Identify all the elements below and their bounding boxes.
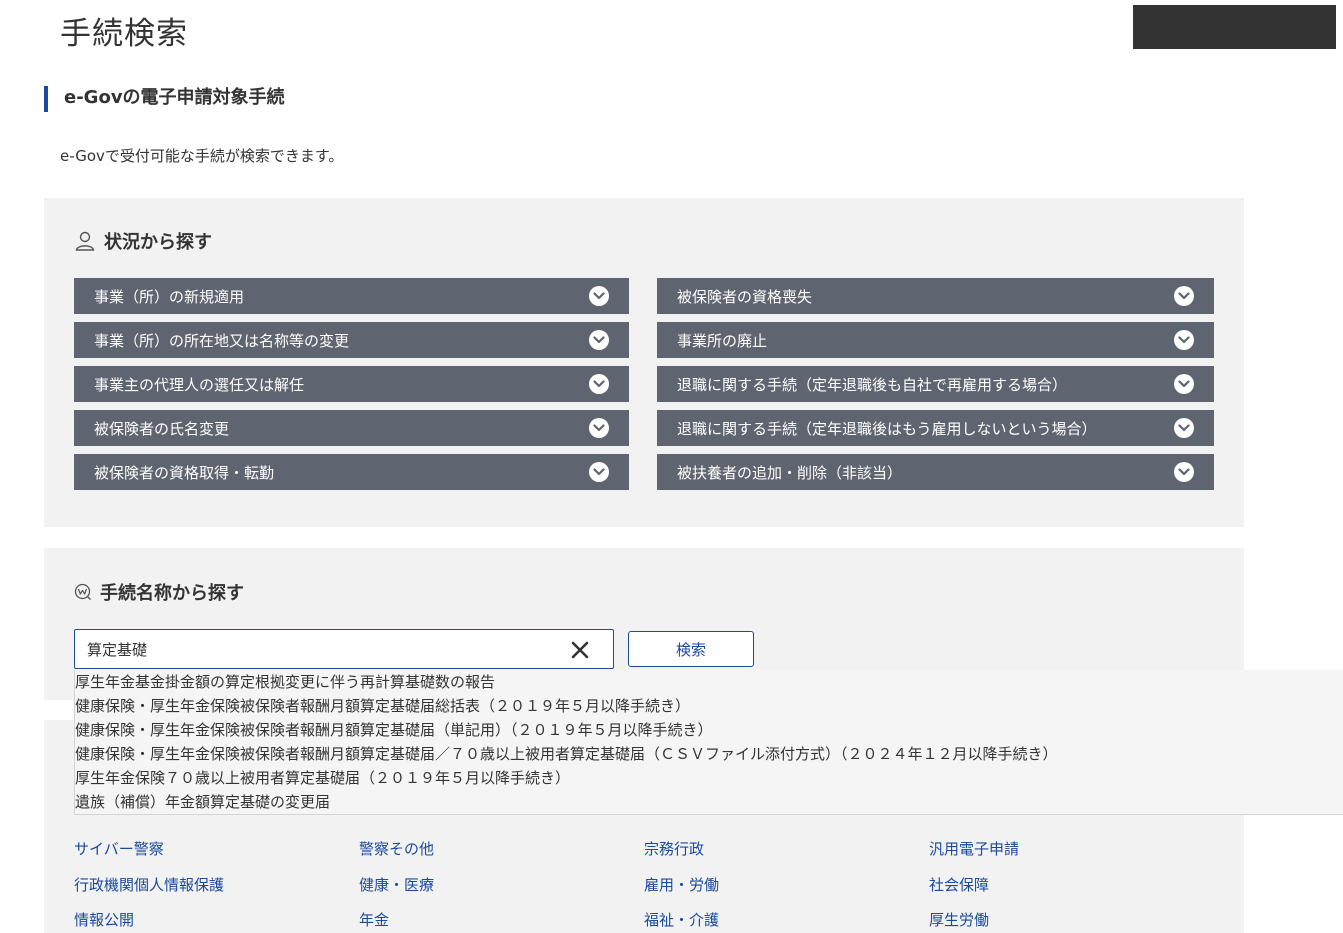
category-link[interactable]: 宗務行政	[644, 838, 704, 859]
accordion-label: 退職に関する手続（定年退職後はもう雇用しないという場合）	[677, 419, 1097, 438]
accordion-label: 退職に関する手続（定年退職後も自社で再雇用する場合）	[677, 375, 1068, 394]
page-title: 手続検索	[60, 16, 188, 52]
accordion-label: 被保険者の氏名変更	[94, 419, 230, 438]
category-link[interactable]: サイバー警察	[74, 838, 164, 859]
search-button[interactable]: 検索	[628, 631, 754, 667]
accordion-label: 被扶養者の追加・削除（非該当）	[677, 463, 903, 482]
category-link[interactable]: 年金	[359, 909, 389, 930]
suggestion-item[interactable]: 健康保険・厚生年金保険被保険者報酬月額算定基礎届総括表（２０１９年５月以降手続き…	[75, 696, 690, 716]
chevron-down-icon	[589, 418, 609, 438]
accordion-name-change[interactable]: 被保険者の氏名変更	[74, 410, 629, 446]
accordion-label: 事業（所）の新規適用	[94, 287, 245, 306]
suggestion-item[interactable]: 遺族（補償）年金額算定基礎の変更届	[75, 792, 330, 812]
accordion-address-change[interactable]: 事業（所）の所在地又は名称等の変更	[74, 322, 629, 358]
suggestion-item[interactable]: 厚生年金基金掛金額の算定根拠変更に伴う再計算基礎数の報告	[75, 672, 495, 692]
category-link[interactable]: 行政機関個人情報保護	[74, 874, 224, 895]
accordion-label: 被保険者の資格喪失	[677, 287, 813, 306]
section-heading: e-Govの電子申請対象手続	[44, 86, 285, 112]
situation-title: 状況から探す	[74, 228, 212, 254]
category-link[interactable]: 情報公開	[74, 909, 134, 930]
close-icon[interactable]	[569, 639, 591, 661]
header-dark-block	[1133, 5, 1336, 49]
category-link[interactable]: 健康・医療	[359, 874, 434, 895]
category-link[interactable]: 厚生労働	[929, 909, 989, 930]
suggestion-item[interactable]: 厚生年金保険７０歳以上被用者算定基礎届（２０１９年５月以降手続き）	[75, 768, 570, 788]
accordion-label: 事業（所）の所在地又は名称等の変更	[94, 331, 350, 350]
suggestion-item[interactable]: 健康保険・厚生年金保険被保険者報酬月額算定基礎届／７０歳以上被用者算定基礎届（Ｃ…	[75, 744, 1058, 764]
search-field	[74, 629, 614, 669]
chevron-down-icon	[1174, 462, 1194, 482]
situation-title-label: 状況から探す	[104, 232, 212, 253]
chevron-down-icon	[589, 462, 609, 482]
person-icon	[74, 230, 96, 252]
accordion-retire-no-rehire[interactable]: 退職に関する手続（定年退職後はもう雇用しないという場合）	[657, 410, 1214, 446]
accordion-label: 被保険者の資格取得・転勤	[94, 463, 275, 482]
category-link[interactable]: 汎用電子申請	[929, 838, 1019, 859]
accordion-label: 事業主の代理人の選任又は解任	[94, 375, 305, 394]
name-search-title-label: 手続名称から探す	[100, 583, 244, 604]
chevron-down-icon	[589, 330, 609, 350]
category-link[interactable]: 雇用・労働	[644, 874, 719, 895]
accordion-office-closure[interactable]: 事業所の廃止	[657, 322, 1214, 358]
search-input[interactable]	[75, 630, 555, 668]
suggestion-dropdown: 厚生年金基金掛金額の算定根拠変更に伴う再計算基礎数の報告 健康保険・厚生年金保険…	[74, 670, 1343, 815]
accordion-agent[interactable]: 事業主の代理人の選任又は解任	[74, 366, 629, 402]
name-search-title: 手続名称から探す	[74, 579, 244, 605]
accordion-new-application[interactable]: 事業（所）の新規適用	[74, 278, 629, 314]
accordion-label: 事業所の廃止	[677, 331, 768, 350]
category-link[interactable]: 警察その他	[359, 838, 434, 859]
accordion-qualification-loss[interactable]: 被保険者の資格喪失	[657, 278, 1214, 314]
chevron-down-icon	[1174, 286, 1194, 306]
chevron-down-icon	[1174, 330, 1194, 350]
category-link[interactable]: 福祉・介護	[644, 909, 719, 930]
suggestion-item[interactable]: 健康保険・厚生年金保険被保険者報酬月額算定基礎届（単記用）（２０１９年５月以降手…	[75, 720, 713, 740]
chevron-down-icon	[589, 286, 609, 306]
chevron-down-icon	[1174, 374, 1194, 394]
accordion-qualification-acquire[interactable]: 被保険者の資格取得・転勤	[74, 454, 629, 490]
chevron-down-icon	[589, 374, 609, 394]
accordion-retire-rehire[interactable]: 退職に関する手続（定年退職後も自社で再雇用する場合）	[657, 366, 1214, 402]
search-w-icon	[74, 583, 92, 601]
category-link[interactable]: 社会保障	[929, 874, 989, 895]
accordion-dependents[interactable]: 被扶養者の追加・削除（非該当）	[657, 454, 1214, 490]
intro-text: e-Govで受付可能な手続が検索できます。	[60, 147, 344, 165]
chevron-down-icon	[1174, 418, 1194, 438]
